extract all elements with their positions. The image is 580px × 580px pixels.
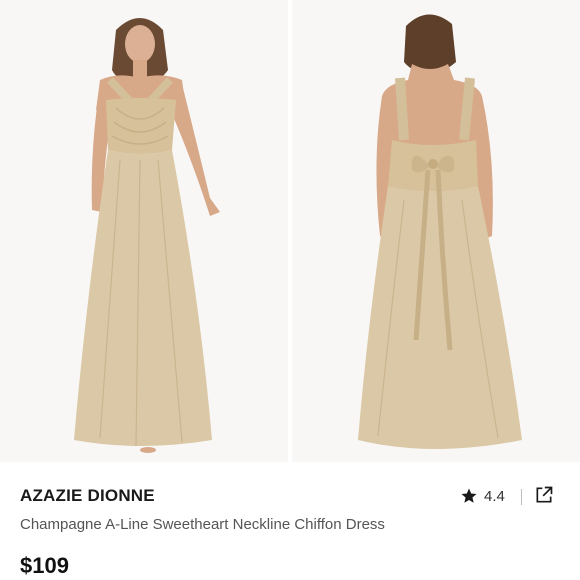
product-rating: 4.4 <box>460 486 505 506</box>
product-brand[interactable]: AZAZIE DIONNE <box>20 486 155 506</box>
dress-front-image <box>0 0 288 462</box>
product-info: AZAZIE DIONNE Champagne A-Line Sweethear… <box>0 462 580 580</box>
product-price: $109 <box>20 553 69 578</box>
share-button[interactable] <box>533 485 555 507</box>
star-icon <box>460 487 478 505</box>
dress-back-image <box>292 0 580 462</box>
product-image-front[interactable] <box>0 0 288 462</box>
product-image-back[interactable] <box>292 0 580 462</box>
external-link-icon <box>536 486 553 503</box>
rating-value: 4.4 <box>484 487 505 505</box>
product-card[interactable]: AZAZIE DIONNE Champagne A-Line Sweethear… <box>0 0 580 580</box>
rating-share-divider <box>521 489 522 505</box>
product-title[interactable]: Champagne A-Line Sweetheart Neckline Chi… <box>20 516 385 533</box>
product-image-gallery <box>0 0 580 462</box>
